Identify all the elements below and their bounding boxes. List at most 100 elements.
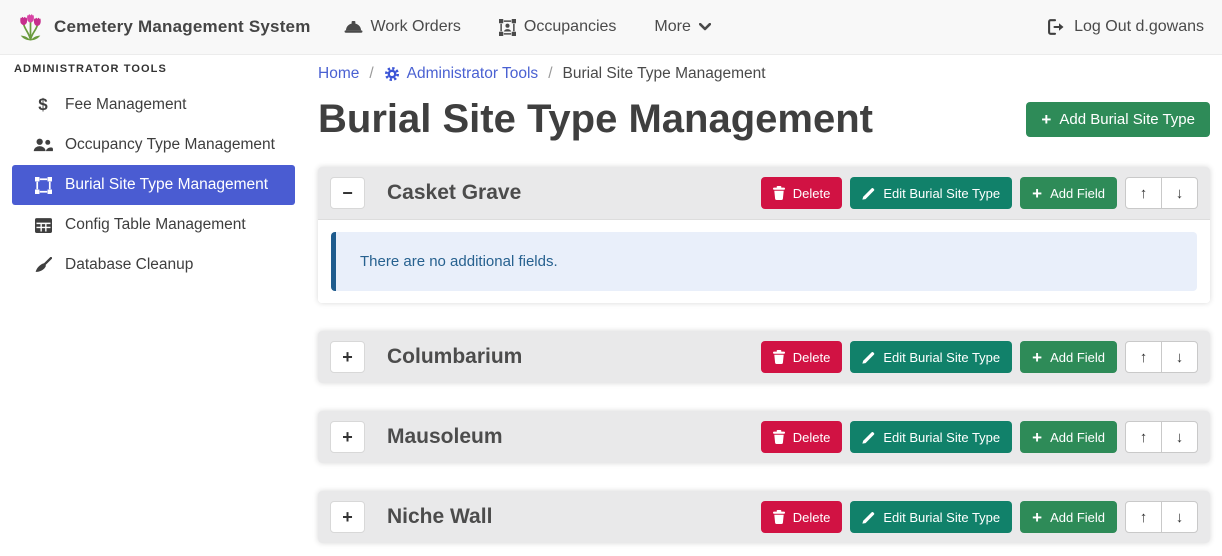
delete-button[interactable]: Delete [761, 177, 843, 209]
reorder-button-group: ↑ ↓ [1125, 421, 1198, 453]
tulip-logo-icon [16, 12, 45, 43]
add-field-label: Add Field [1050, 430, 1105, 445]
add-field-label: Add Field [1050, 350, 1105, 365]
brand-link[interactable]: Cemetery Management System [16, 12, 311, 43]
add-field-button[interactable]: + Add Field [1020, 177, 1117, 209]
breadcrumb: Home / Administrator Tools / Burial Site… [318, 65, 1210, 83]
brand-title: Cemetery Management System [54, 17, 311, 37]
move-up-button[interactable]: ↑ [1125, 341, 1162, 373]
panel-title: Niche Wall [387, 505, 492, 529]
burial-site-type-list: − Casket Grave Delete [318, 167, 1210, 543]
sidebar-item-burial-site-type-management[interactable]: Burial Site Type Management [12, 165, 295, 205]
chevron-down-icon [699, 23, 711, 31]
sidebar-item-fee-management[interactable]: $ Fee Management [12, 85, 295, 125]
sidebar-item-label: Database Cleanup [65, 256, 193, 274]
panel-title: Columbarium [387, 345, 522, 369]
logout-icon [1048, 19, 1065, 35]
delete-button[interactable]: Delete [761, 421, 843, 453]
panel-title: Casket Grave [387, 181, 521, 205]
sidebar-item-label: Occupancy Type Management [65, 136, 275, 154]
plus-icon: + [1032, 429, 1042, 446]
breadcrumb-current: Burial Site Type Management [563, 65, 766, 83]
main-nav: Work Orders Occupancies Mor [325, 0, 730, 55]
move-up-button[interactable]: ↑ [1125, 421, 1162, 453]
logout-link[interactable]: Log Out d.gowans [1048, 18, 1206, 36]
edit-burial-site-type-button[interactable]: Edit Burial Site Type [850, 501, 1012, 533]
panel-columbarium: + Columbarium Delete [318, 331, 1210, 383]
edit-burial-site-type-button[interactable]: Edit Burial Site Type [850, 421, 1012, 453]
delete-label: Delete [793, 430, 831, 445]
dollar-icon: $ [32, 95, 54, 115]
page-header: Burial Site Type Management + Add Burial… [318, 96, 1210, 142]
breadcrumb-separator: / [369, 65, 373, 83]
panel-niche-wall: + Niche Wall Delete [318, 491, 1210, 543]
delete-button[interactable]: Delete [761, 341, 843, 373]
pencil-icon [862, 431, 875, 444]
delete-button[interactable]: Delete [761, 501, 843, 533]
plus-icon: + [1032, 509, 1042, 526]
add-burial-site-type-button[interactable]: + Add Burial Site Type [1026, 102, 1210, 137]
edit-burial-site-type-button[interactable]: Edit Burial Site Type [850, 341, 1012, 373]
admin-sidebar: ADMINISTRATOR TOOLS $ Fee Management Occ… [0, 55, 310, 556]
sidebar-item-config-table-management[interactable]: Config Table Management [12, 205, 295, 245]
breadcrumb-admin-tools-link[interactable]: Administrator Tools [384, 65, 539, 83]
collapse-toggle-button[interactable]: − [330, 177, 365, 209]
add-field-label: Add Field [1050, 510, 1105, 525]
logout-label: Log Out d.gowans [1074, 18, 1204, 36]
edit-label: Edit Burial Site Type [883, 186, 1000, 201]
nav-item-work-orders[interactable]: Work Orders [325, 0, 480, 55]
expand-toggle-button[interactable]: + [330, 341, 365, 373]
sidebar-item-occupancy-type-management[interactable]: Occupancy Type Management [12, 125, 295, 165]
delete-label: Delete [793, 510, 831, 525]
breadcrumb-home-link[interactable]: Home [318, 65, 359, 83]
reorder-button-group: ↑ ↓ [1125, 501, 1198, 533]
trash-icon [773, 510, 785, 524]
trash-icon [773, 350, 785, 364]
nav-item-occupancies[interactable]: Occupancies [480, 0, 636, 55]
plus-icon: + [1032, 349, 1042, 366]
move-up-button[interactable]: ↑ [1125, 177, 1162, 209]
plus-icon: + [1032, 185, 1042, 202]
expand-toggle-button[interactable]: + [330, 421, 365, 453]
panel-title: Mausoleum [387, 425, 503, 449]
delete-label: Delete [793, 350, 831, 365]
panel-casket-grave: − Casket Grave Delete [318, 167, 1210, 303]
move-up-button[interactable]: ↑ [1125, 501, 1162, 533]
panel-header: + Mausoleum Delete [318, 411, 1210, 463]
trash-icon [773, 186, 785, 200]
add-field-button[interactable]: + Add Field [1020, 421, 1117, 453]
add-field-button[interactable]: + Add Field [1020, 501, 1117, 533]
add-burial-site-type-label: Add Burial Site Type [1059, 111, 1195, 128]
move-down-button[interactable]: ↓ [1161, 421, 1198, 453]
expand-toggle-button[interactable]: + [330, 501, 365, 533]
panel-actions: Delete Edit Burial Site Type + Add Field [761, 341, 1198, 373]
table-icon [32, 218, 54, 233]
panel-actions: Delete Edit Burial Site Type + Add Field [761, 501, 1198, 533]
add-field-button[interactable]: + Add Field [1020, 341, 1117, 373]
sidebar-heading: ADMINISTRATOR TOOLS [12, 63, 295, 75]
edit-burial-site-type-button[interactable]: Edit Burial Site Type [850, 177, 1012, 209]
top-navbar: Cemetery Management System Work Orders [0, 0, 1222, 55]
sidebar-item-database-cleanup[interactable]: Database Cleanup [12, 245, 295, 285]
move-down-button[interactable]: ↓ [1161, 501, 1198, 533]
reorder-button-group: ↑ ↓ [1125, 177, 1198, 209]
sidebar-item-label: Burial Site Type Management [65, 176, 268, 194]
users-icon [32, 138, 54, 152]
edit-label: Edit Burial Site Type [883, 430, 1000, 445]
occupancy-frame-icon [499, 19, 516, 36]
move-down-button[interactable]: ↓ [1161, 177, 1198, 209]
edit-label: Edit Burial Site Type [883, 350, 1000, 365]
nav-item-more[interactable]: More [635, 0, 729, 55]
panel-mausoleum: + Mausoleum Delete [318, 411, 1210, 463]
breadcrumb-separator: / [548, 65, 552, 83]
nav-label: More [654, 18, 690, 36]
gear-icon [384, 66, 400, 82]
vector-square-icon [32, 177, 54, 194]
edit-label: Edit Burial Site Type [883, 510, 1000, 525]
move-down-button[interactable]: ↓ [1161, 341, 1198, 373]
breadcrumb-admin-tools-label: Administrator Tools [407, 65, 539, 83]
hard-hat-icon [344, 20, 363, 35]
plus-icon: + [1041, 111, 1051, 128]
main-content: Home / Administrator Tools / Burial Site… [310, 55, 1222, 556]
panel-header: + Niche Wall Delete [318, 491, 1210, 543]
